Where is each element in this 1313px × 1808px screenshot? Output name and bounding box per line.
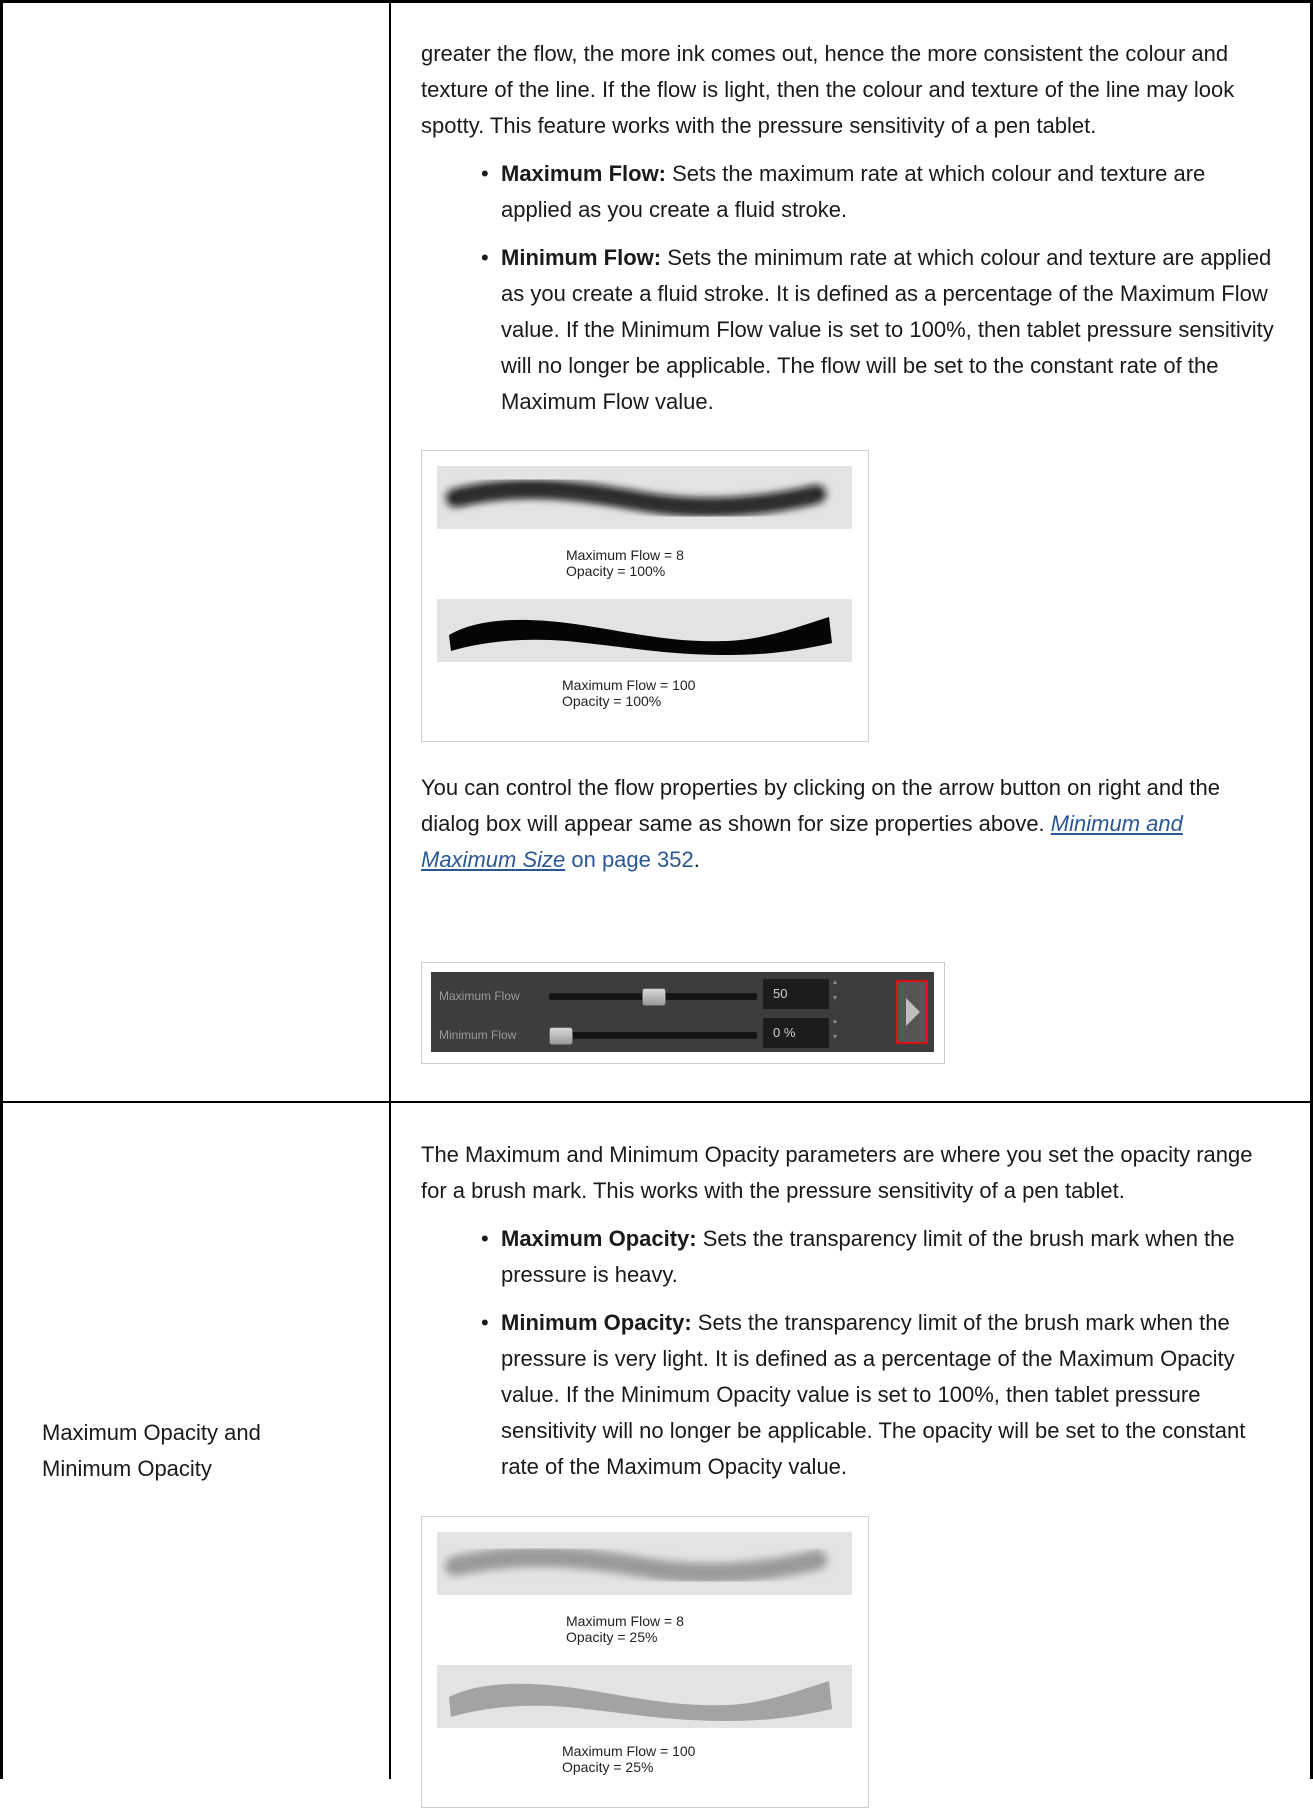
caption-line: Opacity = 100% [566,563,666,579]
bullet-glyph: • [481,1310,489,1335]
caption-line: Maximum Flow = 8 [566,1613,684,1629]
list-item: • Minimum Flow: Sets the minimum rate at… [421,240,1281,420]
table-border-left [0,0,3,1779]
brush-stroke-sample [437,1665,852,1728]
soft-black-stroke [446,479,826,517]
list-item: • Maximum Opacity: Sets the transparency… [421,1221,1281,1293]
paragraph-end: . [693,847,700,872]
bullet-text: Sets the minimum rate at which colour an… [501,245,1274,414]
brush-stroke-sample [437,599,852,662]
bullet-term: Minimum Opacity: [501,1310,692,1335]
caption-line: Opacity = 25% [562,1759,654,1775]
row-label-line: Maximum Opacity and [42,1420,261,1445]
min-flow-label: Minimum Flow [439,1028,517,1042]
caption-line: Maximum Flow = 100 [562,677,696,693]
flow-intro-paragraph: greater the flow, the more ink comes out… [421,41,1235,138]
caption-line: Opacity = 25% [566,1629,658,1645]
row-label-line: Minimum Opacity [42,1456,212,1481]
figure-caption: Maximum Flow = 100 Opacity = 100% [562,677,695,709]
figure-caption: Maximum Flow = 100 Opacity = 25% [562,1743,695,1775]
max-flow-slider-thumb[interactable] [642,988,666,1006]
bullet-text: Sets the transparency limit of the brush… [501,1310,1246,1479]
opacity-example-figure: Maximum Flow = 8 Opacity = 25% Maximum F… [421,1516,869,1808]
min-flow-slider[interactable] [549,1032,757,1039]
bullet-term: Maximum Opacity: [501,1226,697,1251]
slider-panel-body: Maximum Flow 50 ▲ ▼ Minimum Flow 0 % ▲ ▼ [431,972,934,1052]
min-flow-field[interactable]: 0 % [763,1018,829,1048]
bullet-term: Maximum Flow: [501,161,667,186]
max-flow-spinner[interactable]: ▲ ▼ [831,979,839,1003]
max-flow-field[interactable]: 50 [763,979,829,1009]
opacity-intro-paragraph: The Maximum and Minimum Opacity paramete… [421,1142,1253,1203]
caption-line: Maximum Flow = 8 [566,547,684,563]
opacity-bullet-list: • Maximum Opacity: Sets the transparency… [421,1221,1281,1485]
flow-control-paragraph: You can control the flow properties by c… [421,770,1281,878]
flow-example-figure: Maximum Flow = 8 Opacity = 100% Maximum … [421,450,869,742]
brush-stroke-sample [437,1532,852,1595]
flow-slider-panel: Maximum Flow 50 ▲ ▼ Minimum Flow 0 % ▲ ▼ [421,962,945,1064]
play-arrow-icon [906,998,920,1026]
brush-stroke-sample [437,466,852,529]
figure-caption: Maximum Flow = 8 Opacity = 25% [566,1613,684,1645]
bullet-term: Minimum Flow: [501,245,662,270]
table-row-divider [0,1101,1313,1103]
page-reference[interactable]: on page 352 [565,847,693,872]
table-border-top [0,0,1313,3]
flow-bullet-list: • Maximum Flow: Sets the maximum rate at… [421,156,1281,420]
table-column-divider [389,0,391,1779]
bullet-glyph: • [481,161,489,186]
solid-grey-stroke [449,1681,832,1721]
caption-line: Maximum Flow = 100 [562,1743,696,1759]
row-label: Maximum Opacity and Minimum Opacity [42,1415,261,1487]
expand-arrow-button[interactable] [896,980,928,1044]
caption-line: Opacity = 100% [562,693,662,709]
list-item: • Maximum Flow: Sets the maximum rate at… [421,156,1281,228]
soft-grey-stroke [445,1546,827,1584]
bullet-glyph: • [481,1226,489,1251]
figure-caption: Maximum Flow = 8 Opacity = 100% [566,547,684,579]
bullet-glyph: • [481,245,489,270]
list-item: • Minimum Opacity: Sets the transparency… [421,1305,1281,1485]
min-flow-slider-thumb[interactable] [549,1027,573,1045]
min-flow-spinner[interactable]: ▲ ▼ [831,1018,839,1042]
solid-black-stroke [449,617,832,655]
max-flow-label: Maximum Flow [439,989,520,1003]
